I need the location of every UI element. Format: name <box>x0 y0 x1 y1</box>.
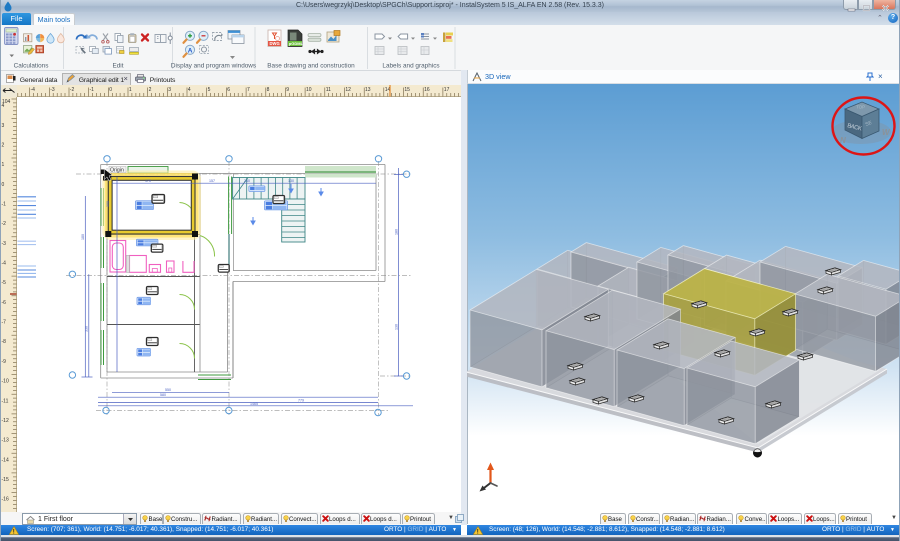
svg-text:779: 779 <box>298 399 304 403</box>
svg-text:11: 11 <box>326 87 331 93</box>
svg-text:-10: -10 <box>2 379 9 385</box>
svg-text:170: 170 <box>145 179 151 183</box>
svg-text:-1: -1 <box>90 87 95 93</box>
svg-text:-4: -4 <box>2 261 7 267</box>
svg-text:2: 2 <box>149 87 152 93</box>
svg-text:Display and program windows: Display and program windows <box>171 63 256 70</box>
svg-text:-2: -2 <box>70 87 75 93</box>
svg-text:!: ! <box>13 529 15 535</box>
svg-text:-5: -5 <box>2 280 7 286</box>
svg-text:pGDML: pGDML <box>289 41 304 46</box>
svg-text:2: 2 <box>2 142 5 148</box>
svg-text:Origin: Origin <box>110 168 124 174</box>
svg-text:Base drawing and construction: Base drawing and construction <box>267 63 355 70</box>
svg-text:-1: -1 <box>2 202 7 208</box>
svg-text:-3: -3 <box>50 87 55 93</box>
svg-text:-3: -3 <box>2 241 7 247</box>
svg-text:-15: -15 <box>2 477 9 483</box>
svg-text:9: 9 <box>286 87 289 93</box>
svg-text:-2: -2 <box>2 221 7 227</box>
svg-text:16: 16 <box>424 87 430 93</box>
svg-text:-7: -7 <box>2 320 7 326</box>
svg-text:13: 13 <box>365 87 371 93</box>
svg-text:130: 130 <box>288 179 294 183</box>
svg-text:Calculations: Calculations <box>14 63 49 70</box>
svg-text:-4: -4 <box>31 87 36 93</box>
svg-text:300: 300 <box>106 201 110 207</box>
svg-text:4: 4 <box>188 87 191 93</box>
svg-text:A: A <box>188 47 193 54</box>
svg-text:180: 180 <box>394 229 398 235</box>
svg-text:1465: 1465 <box>250 402 258 406</box>
svg-text:-9: -9 <box>2 359 7 365</box>
svg-text:7: 7 <box>247 87 250 93</box>
svg-text:N: N <box>840 136 846 145</box>
svg-text:-13: -13 <box>2 438 9 444</box>
svg-text:330: 330 <box>85 326 89 332</box>
svg-text:10: 10 <box>306 87 312 93</box>
svg-text:-14: -14 <box>2 457 9 463</box>
svg-text:580: 580 <box>160 393 166 397</box>
svg-text:130: 130 <box>394 324 398 330</box>
svg-text:104: 104 <box>2 99 11 105</box>
svg-text:15: 15 <box>404 87 410 93</box>
svg-text:-11: -11 <box>2 398 9 404</box>
svg-text:0: 0 <box>2 182 5 188</box>
svg-text:DWG: DWG <box>270 41 280 46</box>
svg-text:-8: -8 <box>2 339 7 345</box>
svg-text:180: 180 <box>81 234 85 240</box>
svg-text:-12: -12 <box>2 418 9 424</box>
svg-text:1: 1 <box>2 162 5 168</box>
svg-text:5: 5 <box>208 87 211 93</box>
svg-text:Edit: Edit <box>112 63 123 70</box>
svg-text:550: 550 <box>165 388 171 392</box>
svg-text:17: 17 <box>444 87 450 93</box>
svg-text:240: 240 <box>244 179 250 183</box>
svg-text:0: 0 <box>109 87 112 93</box>
svg-text:8: 8 <box>267 87 270 93</box>
svg-text:TOP: TOP <box>856 105 865 110</box>
svg-text:3: 3 <box>2 123 5 129</box>
svg-text:6: 6 <box>227 87 230 93</box>
svg-text:-6: -6 <box>2 300 7 306</box>
svg-text:!: ! <box>477 529 479 535</box>
svg-text:157: 157 <box>209 179 215 183</box>
svg-text:12: 12 <box>345 87 351 93</box>
svg-text:-16: -16 <box>2 497 9 503</box>
svg-text:3: 3 <box>168 87 171 93</box>
svg-text:1: 1 <box>129 87 132 93</box>
svg-text:Labels and graphics: Labels and graphics <box>382 63 439 70</box>
